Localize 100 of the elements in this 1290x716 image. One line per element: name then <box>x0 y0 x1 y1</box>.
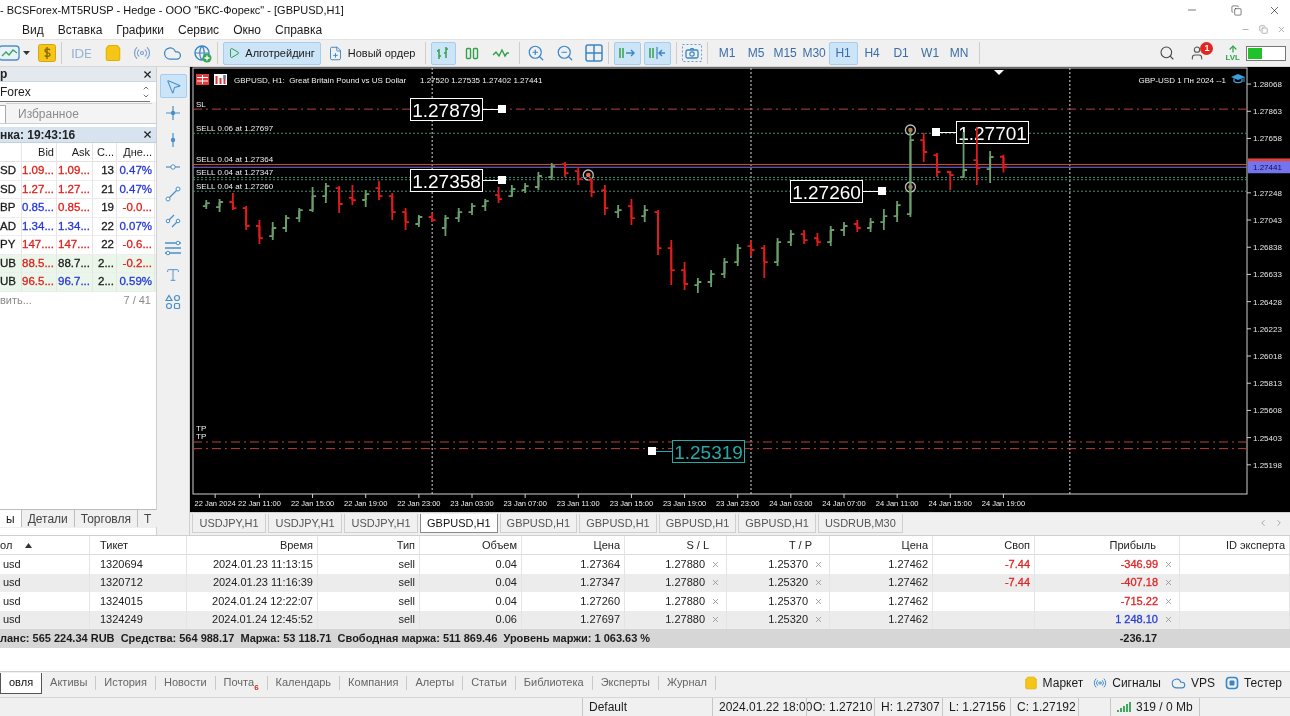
price-tag[interactable]: 1.27879 <box>410 98 483 121</box>
autoscroll-button[interactable] <box>613 41 641 65</box>
bottom-link[interactable]: Тестер <box>1224 676 1282 690</box>
column-header[interactable]: Цена <box>593 540 620 551</box>
level-label: TP <box>196 432 207 442</box>
market-button[interactable] <box>103 44 122 62</box>
timeframe-button[interactable]: H1 <box>828 41 858 65</box>
column-header[interactable]: ID эксперта <box>1225 540 1285 551</box>
panel-tab[interactable]: ы <box>0 510 22 527</box>
chart-tab[interactable]: GBPUSD,H1 <box>658 514 737 533</box>
column-header[interactable]: Bid <box>38 147 54 158</box>
tile-button[interactable] <box>584 44 603 62</box>
drag-handle-icon[interactable] <box>862 187 886 195</box>
bottom-tab[interactable]: Новости <box>156 672 215 694</box>
chart-tab[interactable]: GBPUSD,H1 <box>499 514 578 533</box>
menu-item[interactable]: Вид <box>22 23 44 36</box>
timeframe-button[interactable]: M15 <box>770 41 800 65</box>
column-header[interactable]: С... <box>96 147 114 158</box>
market-watch-row[interactable]: SD 1.09... 1.09... 13 0.47% <box>0 162 156 181</box>
column-header[interactable]: S / L <box>686 540 709 551</box>
drag-handle-icon[interactable] <box>648 447 673 455</box>
bottom-tab[interactable]: История <box>96 672 155 694</box>
timeframe-button[interactable]: MN <box>944 41 974 65</box>
scroll-right-icon[interactable] <box>1274 518 1284 528</box>
drag-handle-icon[interactable] <box>932 128 957 136</box>
chart-tab[interactable]: GBPUSD,H1 <box>420 514 498 533</box>
bottom-link[interactable]: Сигналы <box>1093 676 1161 690</box>
chart-tab[interactable]: GBPUSD,H1 <box>738 514 816 533</box>
price-tag[interactable]: 1.27260 <box>790 180 863 203</box>
chart-properties-icon[interactable] <box>214 74 227 85</box>
price-tag[interactable]: 1.27358 <box>410 169 483 192</box>
menu-item[interactable]: Справка <box>275 23 323 36</box>
column-header[interactable]: Тип <box>396 540 415 551</box>
timeframe-button[interactable]: W1 <box>915 41 945 65</box>
community-button[interactable] <box>192 43 212 63</box>
chart-type-button[interactable] <box>430 41 456 65</box>
timeframe-button[interactable]: M30 <box>799 41 829 65</box>
menu-item[interactable]: Графики <box>116 23 165 36</box>
signals-button[interactable] <box>132 44 151 62</box>
profile-button[interactable]: 1 <box>1189 43 1212 63</box>
column-header[interactable]: ол <box>0 540 13 551</box>
column-header[interactable]: Ask <box>71 147 90 158</box>
bottom-link[interactable]: VPS <box>1170 675 1215 691</box>
bottom-tab[interactable]: Статьи <box>463 672 515 694</box>
menu-item[interactable]: Окно <box>233 23 261 36</box>
bottom-tab[interactable]: Библиотека <box>515 672 592 694</box>
bottom-tab[interactable]: овля <box>0 672 43 694</box>
bottom-tab[interactable]: Активы <box>42 672 96 694</box>
restore-icon[interactable] <box>1259 25 1268 34</box>
drawing-tool-button[interactable] <box>159 74 187 98</box>
column-header[interactable]: T / P <box>788 540 812 551</box>
add-symbol-link[interactable]: вить... <box>0 294 32 306</box>
bottom-tab[interactable]: Журнал <box>658 672 715 694</box>
trading-panel-icon[interactable] <box>196 74 209 85</box>
algo-trading-button[interactable]: Алготрейдинг <box>222 41 321 65</box>
sort-ascending-icon[interactable] <box>25 543 33 548</box>
search-button[interactable] <box>1159 45 1176 61</box>
timeframe-button[interactable]: M1 <box>712 41 742 65</box>
column-header[interactable]: Дне... <box>123 147 152 158</box>
price-tag[interactable]: 1.25319 <box>672 440 745 463</box>
timeframe-button[interactable]: M5 <box>741 41 771 65</box>
column-header[interactable]: Цена <box>901 540 928 551</box>
market-watch-row[interactable]: PY 147.... 147.... 22 -0.6... <box>0 236 156 255</box>
chart-tab[interactable]: USDJPY,H1 <box>268 514 342 533</box>
column-header[interactable]: Объем <box>481 540 517 551</box>
bottom-tab[interactable]: Алерты <box>407 672 463 694</box>
timeframe-button[interactable]: D1 <box>886 41 916 65</box>
close-icon[interactable] <box>142 129 153 140</box>
chart-tab[interactable]: GBPUSD,H1 <box>579 514 657 533</box>
column-header[interactable]: Тикет <box>100 540 129 551</box>
timeframe-button[interactable]: H4 <box>857 41 887 65</box>
close-icon[interactable] <box>142 68 153 80</box>
drag-handle-icon[interactable] <box>482 176 506 184</box>
bottom-tab[interactable]: Календарь <box>267 672 340 694</box>
scroll-left-icon[interactable] <box>1258 518 1268 528</box>
chart-title: GBPUSD, H1: Great Britain Pound vs US Dollar <box>234 76 407 85</box>
dollar-button[interactable] <box>38 44 56 62</box>
price-axis-label: 1.26018 <box>1253 352 1282 361</box>
chart-shift-button[interactable] <box>643 41 671 65</box>
bottom-link[interactable]: Маркет <box>1023 676 1084 690</box>
screenshot-button[interactable] <box>681 44 702 62</box>
chart-tab[interactable]: USDJPY,H1 <box>192 514 266 533</box>
new-order-button[interactable]: Новый ордер <box>323 41 420 65</box>
menu-item[interactable]: Сервис <box>178 23 220 36</box>
chart-tab[interactable]: USDRUB,M30 <box>817 514 903 533</box>
zoom-in-button[interactable] <box>526 44 545 62</box>
document-plus-icon <box>327 45 343 61</box>
bottom-tab[interactable]: Компания <box>340 672 407 694</box>
market-watch-row[interactable]: BP 0.85... 0.85... 19 -0.0... <box>0 199 156 218</box>
zoom-out-button[interactable] <box>555 44 574 62</box>
column-header[interactable]: Прибыль <box>1109 540 1156 551</box>
chart-tab[interactable]: USDJPY,H1 <box>344 514 418 533</box>
levels-icon <box>164 240 182 256</box>
menu-item[interactable]: Вставка <box>57 23 103 36</box>
shift-marker-icon[interactable] <box>994 70 1004 75</box>
column-header[interactable]: Время <box>279 540 313 551</box>
drag-handle-icon[interactable] <box>482 105 506 113</box>
column-header[interactable]: Своп <box>1004 540 1030 551</box>
bottom-tab[interactable]: Эксперты <box>592 672 658 694</box>
market-watch-row[interactable]: UB 96.5... 96.7... 2... 0.59% <box>0 273 156 292</box>
